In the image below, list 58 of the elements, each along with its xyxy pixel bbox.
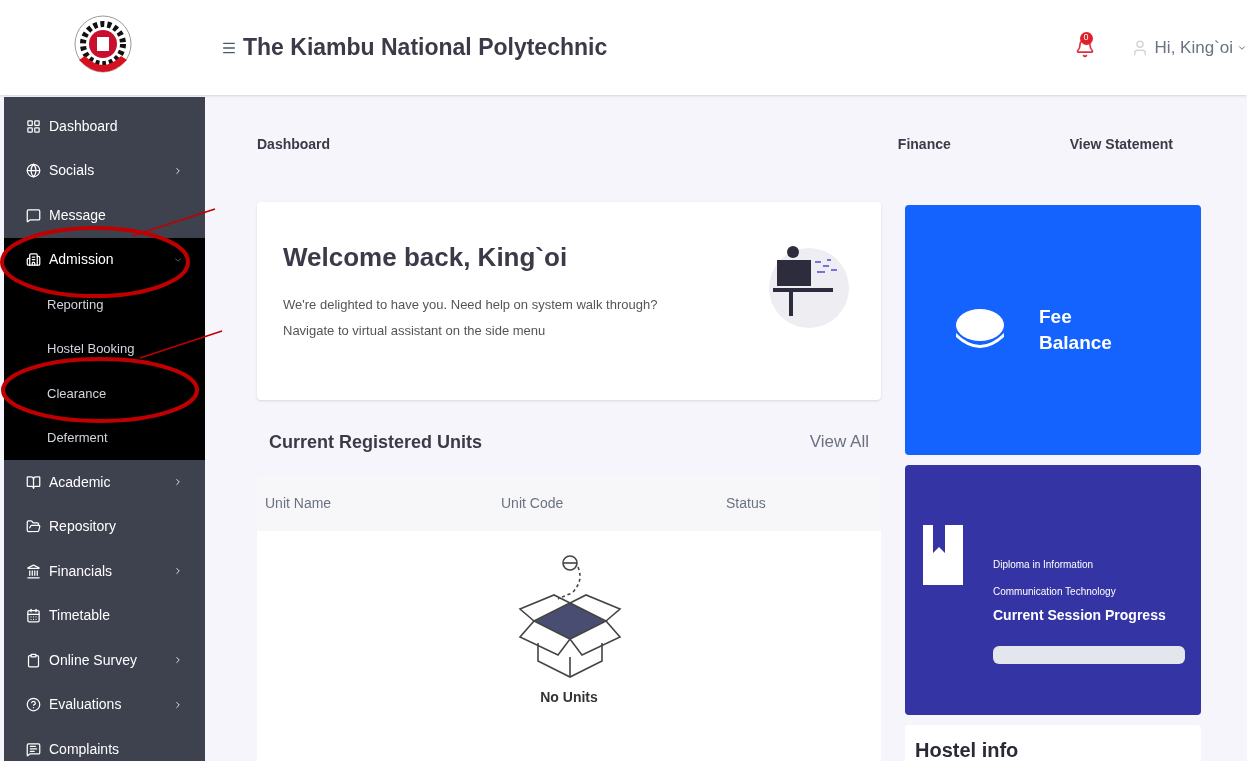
- sidebar-label: Admission: [49, 250, 115, 270]
- units-heading: Current Registered Units: [269, 430, 483, 454]
- sidebar-label: Message: [49, 205, 107, 225]
- sidebar-label: Academic: [49, 472, 112, 492]
- submenu-item[interactable]: Clearance: [47, 383, 107, 403]
- notification-badge: 0: [1079, 31, 1093, 45]
- view-all-link[interactable]: View All: [809, 429, 869, 455]
- sidebar-label: Financials: [49, 561, 114, 581]
- sidebar-label: Complaints: [49, 739, 121, 759]
- column-header: Unit Name: [265, 494, 333, 513]
- breadcrumb-link[interactable]: View Statement: [1069, 134, 1173, 155]
- sidebar-item[interactable]: Dashboard: [4, 104, 205, 149]
- sidebar-label: Socials: [49, 161, 96, 181]
- book-icon: [26, 474, 41, 490]
- breadcrumb-link[interactable]: Finance: [897, 134, 951, 155]
- sidebar-item[interactable]: Repository: [4, 504, 205, 549]
- submenu-item[interactable]: Reporting: [47, 294, 104, 314]
- sidebar-item[interactable]: Admission: [4, 237, 205, 282]
- sidebar-item[interactable]: Timetable: [4, 593, 205, 638]
- sidebar-label: Dashboard: [49, 116, 119, 136]
- submenu-item[interactable]: Hostel Booking: [47, 339, 135, 359]
- chat-icon: [26, 741, 41, 757]
- welcome-text: Navigate to virtual assistant on the side menu: [283, 321, 547, 340]
- sidebar-item[interactable]: Complaints: [4, 727, 205, 761]
- folder-icon: [26, 519, 41, 535]
- globe-icon: [26, 163, 41, 179]
- fee-balance-label: Fee Balance: [1039, 305, 1113, 355]
- sidebar-label: Repository: [49, 517, 117, 537]
- column-header: Status: [726, 494, 766, 513]
- clipboard-icon: [26, 652, 41, 668]
- sidebar-item[interactable]: Financials: [4, 549, 205, 594]
- calendar-icon: [26, 608, 41, 624]
- sidebar-label: Timetable: [49, 606, 111, 626]
- progress-title: Current Session Progress: [993, 606, 1167, 625]
- sidebar-label: Online Survey: [49, 650, 138, 670]
- sidebar-item[interactable]: Online Survey: [4, 638, 205, 683]
- sidebar-item[interactable]: Academic: [4, 460, 205, 505]
- sidebar-item[interactable]: Evaluations: [4, 682, 205, 727]
- sidebar-label: Evaluations: [49, 695, 123, 715]
- bookmark-icon: [923, 525, 963, 585]
- site-title: The Kiambu National Polytechnic: [243, 33, 608, 63]
- user-greeting[interactable]: Hi, King`oi: [1154, 34, 1233, 61]
- bank-icon: [26, 563, 41, 579]
- submenu-item[interactable]: Deferment: [47, 428, 108, 448]
- empty-state-text: No Units: [540, 688, 598, 707]
- fee-balance-card[interactable]: Fee Balance: [905, 205, 1201, 455]
- hostel-info-title: Hostel info: [915, 738, 1020, 761]
- welcome-text: We're delighted to have you. Need help on system walk through?: [283, 296, 659, 314]
- breadcrumb-link[interactable]: Dashboard: [257, 134, 898, 155]
- sidebar-item[interactable]: Message: [4, 193, 205, 238]
- message-icon: [26, 207, 41, 223]
- help-icon: [26, 697, 41, 713]
- building-icon: [26, 252, 41, 268]
- program-name: Diploma in Information Communication Technology: [993, 558, 1117, 599]
- sidebar-item[interactable]: Socials: [4, 148, 205, 193]
- column-header: Unit Code: [501, 494, 565, 513]
- grid-icon: [26, 118, 41, 134]
- welcome-title: Welcome back, King`oi: [283, 241, 569, 274]
